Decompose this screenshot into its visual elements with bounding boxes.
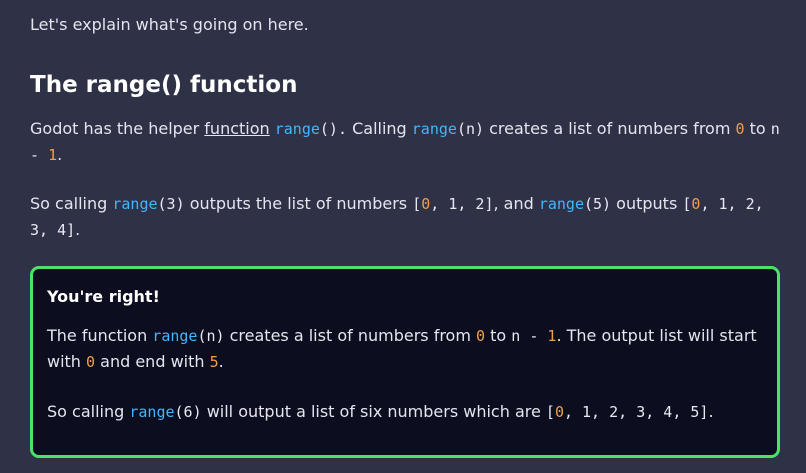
text: Calling: [347, 119, 412, 138]
code-number: 5: [209, 353, 219, 371]
text: The function: [47, 326, 153, 345]
code-range-3: range(3): [112, 195, 184, 213]
code-text: ().: [319, 120, 347, 138]
code-keyword: range: [152, 327, 198, 345]
code-text: (n): [456, 120, 485, 138]
range-examples-paragraph: So calling range(3) outputs the list of …: [30, 191, 790, 243]
code-keyword: range: [411, 120, 457, 138]
text: .: [75, 220, 81, 239]
code-number: 0: [735, 120, 745, 138]
text: , and: [493, 194, 539, 213]
code-text: [: [545, 403, 555, 421]
code-number: 0: [421, 195, 431, 213]
code-keyword: range: [112, 195, 158, 213]
range-description-paragraph: Godot has the helper function range(). C…: [30, 116, 790, 168]
intro-text: Let's explain what's going on here.: [30, 15, 309, 34]
code-keyword: range: [129, 403, 175, 421]
code-n-minus-one: n - 1: [511, 327, 556, 345]
code-number: 0: [554, 403, 564, 421]
callout-explanation-paragraph: The function range(n) creates a list of …: [47, 323, 767, 375]
text: to: [485, 326, 512, 345]
text: outputs the list of numbers: [184, 194, 413, 213]
code-number: 0: [86, 353, 96, 371]
text: So calling: [30, 194, 113, 213]
text: .: [708, 402, 714, 421]
code-text: (6): [174, 403, 202, 421]
text: .: [218, 352, 224, 371]
function-glossary-link[interactable]: function: [204, 119, 269, 138]
code-text: [: [412, 195, 422, 213]
section-heading: The range() function: [30, 72, 298, 98]
code-text: (5): [584, 195, 612, 213]
code-range-n: range(n): [412, 120, 484, 138]
text: creates a list of numbers from: [484, 119, 736, 138]
code-range-5: range(5): [539, 195, 611, 213]
code-text: , 1, 2, 3, 4, 5]: [563, 403, 709, 421]
text: to: [744, 119, 771, 138]
code-range-n: range(n): [152, 327, 224, 345]
success-feedback-callout: You're right! The function range(n) crea…: [30, 266, 780, 458]
callout-example-paragraph: So calling range(6) will output a list o…: [47, 399, 767, 425]
text: will output a list of six numbers which …: [201, 402, 546, 421]
text: and end with: [95, 352, 210, 371]
code-text: (n): [197, 327, 225, 345]
callout-title: You're right!: [47, 287, 160, 306]
code-range-6: range(6): [129, 403, 201, 421]
text: .: [57, 145, 63, 164]
code-list-0-5: [0, 1, 2, 3, 4, 5]: [546, 403, 709, 421]
code-keyword: range: [274, 120, 320, 138]
text: Godot has the helper: [30, 119, 205, 138]
code-range: range().: [275, 120, 347, 138]
code-list-0-2: [0, 1, 2]: [412, 195, 493, 213]
code-number: 1: [48, 146, 58, 164]
text: outputs: [611, 194, 683, 213]
code-keyword: range: [538, 195, 584, 213]
text: So calling: [47, 402, 130, 421]
code-text: (3): [157, 195, 185, 213]
code-text: , 1, 2]: [430, 195, 494, 213]
code-number: 0: [476, 327, 486, 345]
code-text: n -: [511, 327, 548, 345]
text: creates a list of numbers from: [224, 326, 477, 345]
